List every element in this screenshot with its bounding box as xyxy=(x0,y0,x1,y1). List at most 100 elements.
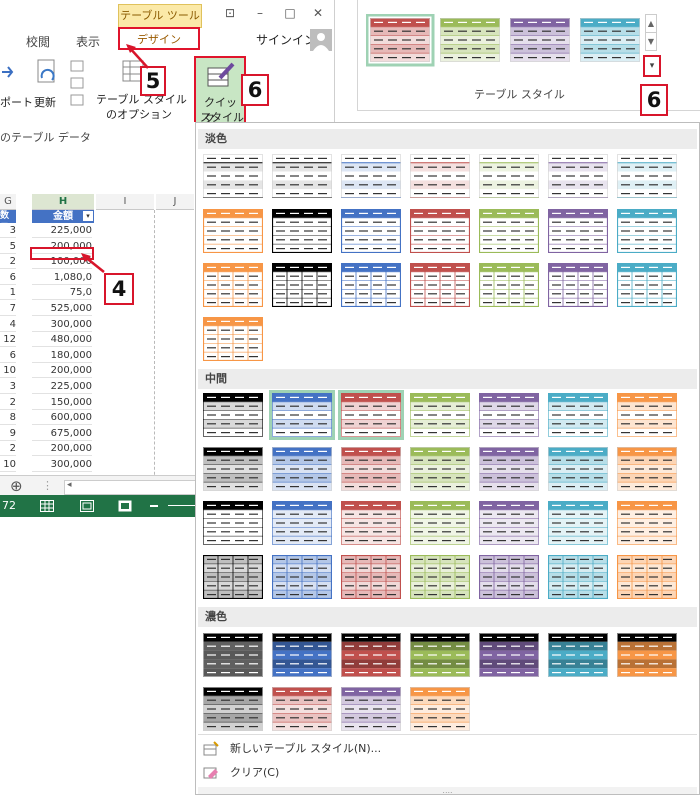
table-style-thumbnail[interactable] xyxy=(479,263,539,307)
table-style-thumbnail[interactable] xyxy=(203,393,263,437)
table-style-thumbnail[interactable] xyxy=(410,447,470,491)
table-style-thumbnail[interactable] xyxy=(548,209,608,253)
resize-grip[interactable]: .... xyxy=(198,787,697,795)
avatar[interactable] xyxy=(310,29,332,51)
cell-amount[interactable]: 600,000 xyxy=(32,411,92,426)
table-style-thumbnail[interactable] xyxy=(203,263,263,307)
zoom-slider[interactable] xyxy=(168,505,195,506)
table-style-thumbnail[interactable] xyxy=(548,555,608,599)
table-style-thumbnail[interactable] xyxy=(203,209,263,253)
cell-qty[interactable]: 3 xyxy=(0,380,16,394)
table-style-thumbnail[interactable] xyxy=(410,501,470,545)
table-style-thumbnail[interactable] xyxy=(203,154,263,198)
table-style-thumbnail[interactable] xyxy=(272,263,332,307)
cell-amount[interactable]: 200,000 xyxy=(32,364,92,379)
preview-style-thumbnail[interactable] xyxy=(370,18,430,62)
page-layout-icon[interactable] xyxy=(80,500,94,512)
cell-qty[interactable]: 4 xyxy=(0,318,16,332)
menu-new-table-style[interactable]: 新しいテーブル スタイル(N)... xyxy=(230,739,381,759)
table-style-thumbnail[interactable] xyxy=(341,209,401,253)
table-style-thumbnail[interactable] xyxy=(410,393,470,437)
table-style-thumbnail[interactable] xyxy=(410,263,470,307)
table-style-thumbnail[interactable] xyxy=(617,209,677,253)
table-style-thumbnail[interactable] xyxy=(203,447,263,491)
table-style-thumbnail[interactable] xyxy=(341,687,401,731)
cell-amount[interactable]: 150,000 xyxy=(32,396,92,410)
table-style-thumbnail[interactable] xyxy=(272,555,332,599)
table-style-thumbnail[interactable] xyxy=(548,633,608,677)
style-options-line2[interactable]: のオプション xyxy=(106,108,172,122)
scroll-down-icon[interactable]: ▼ xyxy=(645,33,657,51)
table-style-thumbnail[interactable] xyxy=(617,633,677,677)
table-style-thumbnail[interactable] xyxy=(272,633,332,677)
table-style-thumbnail[interactable] xyxy=(272,501,332,545)
zoom-out-icon[interactable] xyxy=(150,505,158,507)
table-style-thumbnail[interactable] xyxy=(479,555,539,599)
table-style-thumbnail[interactable] xyxy=(272,447,332,491)
filter-dropdown-icon[interactable]: ▾ xyxy=(83,211,93,221)
cell-qty[interactable]: 6 xyxy=(0,349,16,363)
page-break-view-icon[interactable] xyxy=(118,500,132,512)
cell-amount[interactable]: 675,000 xyxy=(32,427,92,441)
preview-style-thumbnail[interactable] xyxy=(440,18,500,62)
table-style-thumbnail[interactable] xyxy=(479,209,539,253)
table-style-thumbnail[interactable] xyxy=(410,209,470,253)
cell-qty[interactable]: 3 xyxy=(0,224,16,238)
table-style-thumbnail[interactable] xyxy=(203,317,263,361)
table-style-thumbnail[interactable] xyxy=(341,263,401,307)
table-style-thumbnail[interactable] xyxy=(617,263,677,307)
properties-icons[interactable] xyxy=(70,60,86,110)
cell-amount[interactable]: 75,0 xyxy=(32,286,92,301)
cell-qty[interactable]: 10 xyxy=(0,458,16,472)
scroll-up-icon[interactable]: ▲ xyxy=(645,14,657,33)
table-style-thumbnail[interactable] xyxy=(338,390,404,440)
table-style-thumbnail[interactable] xyxy=(617,447,677,491)
col-header-i[interactable]: I xyxy=(96,194,154,210)
cell-amount[interactable]: 225,000 xyxy=(32,380,92,394)
cell-qty[interactable]: 10 xyxy=(0,364,16,379)
add-sheet-icon[interactable]: ⊕ xyxy=(10,477,23,495)
table-style-thumbnail[interactable] xyxy=(617,501,677,545)
table-style-thumbnail[interactable] xyxy=(617,154,677,198)
cell-qty[interactable]: 1 xyxy=(0,286,16,301)
table-style-thumbnail[interactable] xyxy=(479,447,539,491)
table-style-thumbnail[interactable] xyxy=(203,633,263,677)
cell-amount[interactable]: 180,000 xyxy=(32,349,92,363)
table-style-thumbnail[interactable] xyxy=(548,393,608,437)
table-style-thumbnail[interactable] xyxy=(341,447,401,491)
table-style-thumbnail[interactable] xyxy=(479,501,539,545)
tab-view[interactable]: 表示 xyxy=(76,33,100,50)
cell-qty[interactable]: 2 xyxy=(0,255,16,270)
gallery-more-icon[interactable]: ▾ xyxy=(643,55,661,77)
cell-qty[interactable]: 8 xyxy=(0,411,16,426)
cell-amount[interactable]: 300,000 xyxy=(32,458,92,472)
export-button[interactable]: ポート xyxy=(0,96,33,110)
col-header-g[interactable]: G xyxy=(0,194,16,210)
cell-qty[interactable]: 5 xyxy=(0,240,16,254)
col-header-h[interactable]: H xyxy=(32,194,94,210)
table-style-thumbnail[interactable] xyxy=(617,393,677,437)
header-cell-qty[interactable]: 数量 xyxy=(0,210,16,223)
table-style-thumbnail[interactable] xyxy=(269,390,335,440)
maximize-icon[interactable]: □ xyxy=(282,6,298,20)
table-style-thumbnail[interactable] xyxy=(410,633,470,677)
cell-amount[interactable]: 225,000 xyxy=(32,224,92,238)
refresh-button[interactable]: 更新 xyxy=(34,96,56,110)
header-cell-amount[interactable]: 金額 ▾ xyxy=(32,210,94,223)
tab-split-icon[interactable]: ⋮ xyxy=(42,479,53,492)
table-style-thumbnail[interactable] xyxy=(341,501,401,545)
normal-view-icon[interactable] xyxy=(40,500,54,512)
cell-qty[interactable]: 12 xyxy=(0,333,16,348)
table-style-thumbnail[interactable] xyxy=(548,501,608,545)
cell-qty[interactable]: 6 xyxy=(0,271,16,285)
cell-qty[interactable]: 2 xyxy=(0,442,16,457)
table-style-thumbnail[interactable] xyxy=(203,501,263,545)
refresh-icon[interactable] xyxy=(34,58,64,90)
h-scrollbar[interactable]: ◂ xyxy=(64,480,196,495)
cell-qty[interactable]: 9 xyxy=(0,427,16,441)
table-style-thumbnail[interactable] xyxy=(272,687,332,731)
table-style-thumbnail[interactable] xyxy=(479,154,539,198)
minimize-icon[interactable]: – xyxy=(252,6,268,20)
table-style-thumbnail[interactable] xyxy=(479,633,539,677)
table-style-thumbnail[interactable] xyxy=(272,154,332,198)
